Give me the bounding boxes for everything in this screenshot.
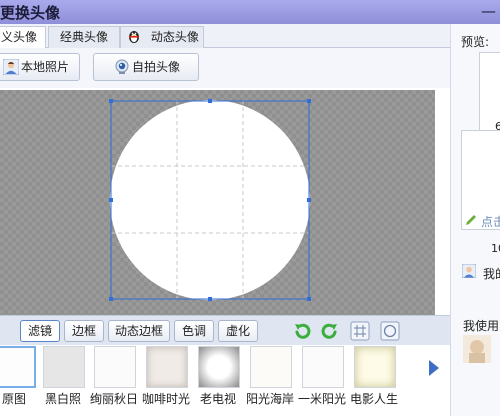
filter-thumbnail [94, 346, 136, 388]
filter-old-tv[interactable]: 老电视 [194, 346, 242, 408]
filter-thumbnail [250, 346, 292, 388]
filter-coffee-time[interactable]: 咖啡时光 [142, 346, 190, 408]
filter-sunshine[interactable]: 一米阳光 [298, 346, 346, 408]
window-title: 更换头像 [0, 4, 61, 22]
recent-avatar-thumbnail[interactable] [463, 335, 491, 363]
avatar-source-tabs: 义头像 经典头像 动态头像 [0, 24, 450, 49]
preview-label: 预览: [461, 35, 490, 49]
filter-sunny-coast[interactable]: 阳光海岸 [246, 346, 294, 408]
tab-label: 经典头像 [59, 30, 108, 44]
tab-custom-avatar[interactable]: 义头像 [0, 26, 46, 49]
filter-label: 老电视 [199, 392, 236, 406]
filter-gallery: 原图 黑白照 绚丽秋日 咖啡时光 老电视 阳光海岸 一米阳光 电影人生 [0, 346, 450, 416]
avatar-crop-circle [110, 100, 310, 300]
minimize-button[interactable]: — [481, 2, 496, 20]
tab-label: 义头像 [1, 30, 38, 44]
tab-classic-avatar[interactable]: 经典头像 [48, 26, 120, 48]
tab-dynamic-border[interactable]: 动态边框 [108, 320, 170, 342]
tab-border[interactable]: 边框 [64, 320, 104, 342]
title-bar: 更换头像 — [0, 0, 500, 24]
penguin-icon [129, 31, 139, 43]
filter-thumbnail [302, 346, 344, 388]
filter-label: 咖啡时光 [141, 392, 190, 406]
filter-thumbnail [43, 346, 85, 388]
webcam-icon [115, 59, 129, 74]
filter-movie-life[interactable]: 电影人生 [350, 346, 398, 408]
grid-icon[interactable] [350, 321, 370, 341]
tab-tone[interactable]: 色调 [174, 320, 214, 342]
filter-label: 绚丽秋日 [89, 392, 138, 406]
filter-black-white[interactable]: 黑白照 [39, 346, 87, 408]
preview-size-medium: 10 [491, 242, 500, 255]
effects-toolbar: 滤镜 边框 动态边框 色调 虚化 [0, 315, 450, 345]
recently-used-label: 我使用 [463, 319, 500, 333]
filter-autumn[interactable]: 绚丽秋日 [90, 346, 138, 408]
click-to-edit-label[interactable]: 点击 [481, 213, 500, 230]
tab-label: 动态头像 [150, 30, 199, 44]
local-photo-button[interactable]: 本地照片 [0, 53, 80, 81]
tab-blur[interactable]: 虚化 [218, 320, 258, 342]
filter-thumbnail [0, 346, 36, 388]
local-photo-label: 本地照片 [21, 60, 70, 74]
person-icon [3, 59, 19, 75]
tab-dynamic-avatar[interactable]: 动态头像 [120, 26, 204, 48]
next-arrow-icon[interactable] [426, 359, 442, 377]
filter-label: 阳光海岸 [245, 392, 294, 406]
filter-label: 电影人生 [349, 392, 398, 406]
rotate-right-icon[interactable] [320, 321, 340, 341]
crop-editor[interactable] [0, 90, 435, 315]
crop-canvas[interactable] [0, 90, 435, 315]
selfie-label: 自拍头像 [132, 60, 181, 74]
preview-panel: 预览: 6 点击 10 我的 我使用 [450, 24, 500, 416]
selfie-button[interactable]: 自拍头像 [93, 53, 199, 81]
action-row: 本地照片 自拍头像 [0, 48, 450, 88]
filter-thumbnail [198, 346, 240, 388]
rotate-left-icon[interactable] [292, 321, 312, 341]
circle-crop-icon[interactable] [380, 321, 400, 341]
filter-label: 一米阳光 [297, 392, 346, 406]
filter-thumbnail [354, 346, 396, 388]
user-avatar-icon [462, 264, 476, 278]
my-avatar-label[interactable]: 我的 [483, 265, 500, 282]
tab-filter[interactable]: 滤镜 [20, 320, 60, 342]
filter-thumbnail [146, 346, 188, 388]
pencil-icon [466, 215, 476, 225]
